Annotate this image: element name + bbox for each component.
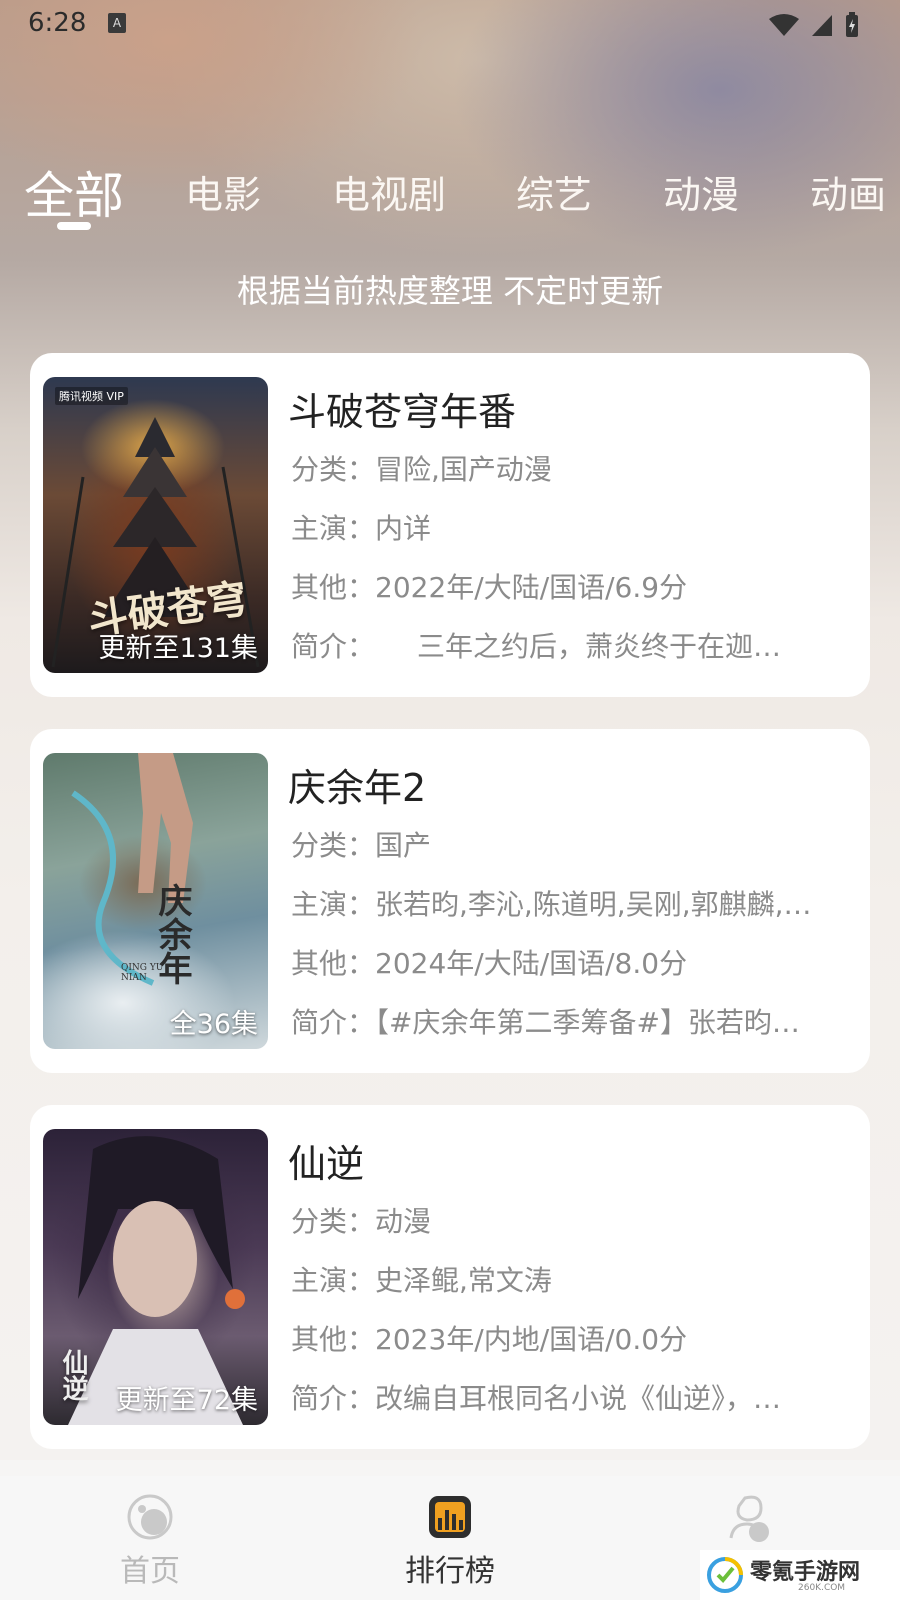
profile-icon [729,1495,769,1542]
tab-variety[interactable]: 综艺 [516,164,592,219]
status-icons [768,12,860,38]
tab-movie[interactable]: 电影 [185,164,261,219]
item-cast: 主演：内详 [291,512,432,545]
item-category: 分类：冒险,国产动漫 [291,453,552,486]
category-tabs: 全部 电影 电视剧 综艺 动漫 动画 [0,150,900,240]
item-cast: 主演：张若昀,李沁,陈道明,吴刚,郭麒麟,… [291,888,812,921]
site-watermark: 零氪手游网 260K.COM [700,1550,900,1600]
item-cast: 主演：史泽鲲,常文涛 [291,1264,552,1297]
watermark-text: 零氪手游网 [750,1560,861,1585]
chart-icon [429,1496,471,1538]
tab-indicator [57,222,91,230]
nav-ranking-label: 排行榜 [405,1554,495,1589]
ranking-card[interactable]: 腾讯视频 VIP 斗破苍穹 更新至131集 斗破苍穹年番 分类：冒险,国产动漫 … [30,353,870,697]
ranking-card[interactable]: 庆余年 QING YU NIAN 全36集 庆余年2 分类：国产 主演：张若昀,… [30,729,870,1073]
episode-badge: 更新至131集 [98,633,258,664]
notification-icon: A [108,13,126,33]
item-other: 其他：2024年/大陆/国语/8.0分 [291,947,688,980]
tab-tv-series[interactable]: 电视剧 [332,164,446,219]
tab-all[interactable]: 全部 [24,156,124,228]
poster-image: 仙逆 更新至72集 [43,1129,268,1425]
item-intro: 简介：改编自耳根同名小说《仙逆》，… [291,1382,782,1415]
episode-badge: 全36集 [169,1009,258,1040]
nav-ranking[interactable]: 排行榜 [300,1476,600,1600]
ranking-card[interactable]: 仙逆 更新至72集 仙逆 分类：动漫 主演：史泽鲲,常文涛 其他：2023年/内… [30,1105,870,1449]
tab-animation[interactable]: 动画 [810,164,886,219]
item-title: 庆余年2 [288,766,427,810]
watermark-sub: 260K.COM [798,1583,846,1593]
wifi-icon [769,14,799,36]
status-time: 6:28 [28,8,87,38]
poster-subtitle: QING YU NIAN [121,963,164,983]
watermark-logo-icon [707,1557,743,1593]
tab-anime[interactable]: 动漫 [663,164,739,219]
item-category: 分类：动漫 [291,1205,432,1238]
item-intro: 简介：【#庆余年第二季筹备#】张若昀… [291,1006,800,1039]
item-category: 分类：国产 [291,829,432,862]
signal-icon [812,15,832,36]
poster-image: 腾讯视频 VIP 斗破苍穹 更新至131集 [43,377,268,673]
item-intro: 简介： 三年之约后，萧炎终于在迦… [291,630,782,663]
item-title: 斗破苍穹年番 [288,390,517,434]
status-bar: 6:28 A [0,0,900,50]
nav-home-label: 首页 [120,1554,180,1589]
nav-home[interactable]: 首页 [0,1476,300,1600]
item-other: 其他：2022年/大陆/国语/6.9分 [291,571,688,604]
item-title: 仙逆 [288,1142,365,1186]
item-other: 其他：2023年/内地/国语/0.0分 [291,1323,688,1356]
battery-icon [846,12,858,37]
poster-image: 庆余年 QING YU NIAN 全36集 [43,753,268,1049]
ranking-subtitle: 根据当前热度整理 不定时更新 [236,272,664,310]
poster-calligraphy: 仙逆 [58,1349,88,1401]
episode-badge: 更新至72集 [115,1385,258,1416]
home-icon [127,1494,173,1540]
